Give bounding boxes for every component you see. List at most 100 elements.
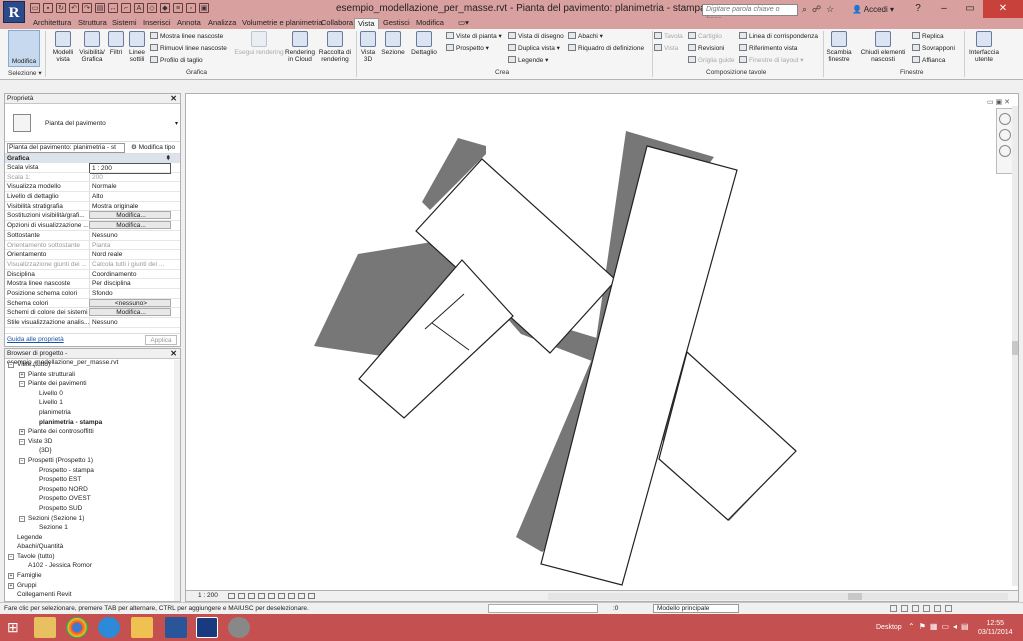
property-row[interactable]: Scala 1: 200 [5,172,180,183]
select-underlay-icon[interactable] [901,605,908,612]
tab-vista[interactable]: Vista [354,18,379,29]
star-icon[interactable]: ☆ [826,4,834,15]
property-row[interactable]: Mostra linee nascoste Per disciplina [5,279,180,289]
rimuovi-linee-nascoste-button[interactable]: Rimuovi linee nascoste [150,44,227,53]
binoculars-icon[interactable]: ⌕ [802,4,807,15]
tree-item[interactable]: Collegamenti Revit [5,590,173,600]
sovrapponi-button[interactable]: Sovrapponi [912,44,955,53]
collapse-icon[interactable]: − [8,553,14,560]
tab-collabora[interactable]: Collabora [318,18,356,29]
select-links-icon[interactable] [890,605,897,612]
filtri-button[interactable]: Filtri [107,31,125,56]
property-edit-button[interactable]: Modifica... [89,308,171,317]
detail-level-icon[interactable] [228,593,235,599]
tree-item[interactable]: Livello 1 [5,398,173,408]
property-row[interactable]: Sostituzioni visibilità/grafi... Modifica… [5,211,180,222]
undo-icon[interactable]: ↶ [69,3,79,13]
open-icon[interactable]: ▭ [30,3,40,13]
tab-analizza[interactable]: Analizza [205,18,239,29]
chiudi-nascosti-button[interactable]: Chiudi elementi nascosti [857,31,909,63]
property-row[interactable]: Disciplina Coordinamento [5,269,180,280]
tree-item[interactable]: Legende [5,533,173,543]
tree-item[interactable]: Prospetto EST [5,475,173,485]
tab-modifica[interactable]: Modifica [413,18,447,29]
start-button[interactable]: ⊞ [4,617,26,638]
tree-item[interactable]: planimetria [5,408,173,418]
type-selector[interactable]: Pianta del pavimento ▾ [5,104,180,142]
filter-icon[interactable] [945,605,952,612]
apply-button[interactable]: Applica [145,335,177,345]
collapse-icon[interactable]: − [19,515,25,522]
affianca-button[interactable]: Affianca [912,56,945,65]
network-icon[interactable]: ▦ [930,622,938,631]
help-link[interactable]: Guida alle proprietà [5,336,64,343]
replica-button[interactable]: Replica [912,32,944,41]
text-icon[interactable]: A [134,3,144,13]
property-row[interactable]: Scala vista 1 : 200 [5,163,180,174]
steering-wheel-icon[interactable] [999,113,1011,125]
rendering-cloud-button[interactable]: Rendering in Cloud [285,31,315,63]
instance-dropdown[interactable]: Pianta del pavimento: planimetria - st [7,143,125,153]
measure-icon[interactable]: ↔ [108,3,118,13]
revit-taskbar-icon[interactable] [196,617,218,638]
sign-in-button[interactable]: 👤 Accedi ▾ [852,5,894,14]
scrollbar[interactable] [174,360,180,601]
tab-gestisci[interactable]: Gestisci [380,18,413,29]
tree-item[interactable]: − Sezioni (Sezione 1) [5,514,173,524]
tavola-button[interactable]: Tavola [654,32,683,41]
viste-pianta-button[interactable]: Viste di pianta ▾ [446,32,502,41]
app-icon[interactable] [228,617,250,638]
drag-elements-icon[interactable] [934,605,941,612]
view-scale[interactable]: 1 : 200 [198,591,218,601]
tree-item[interactable]: Prospetto - stampa [5,466,173,476]
flag-icon[interactable]: ⚑ [919,622,926,631]
expand-icon[interactable]: + [8,582,14,589]
print-icon[interactable]: ▤ [95,3,105,13]
property-row[interactable]: Livello di dettaglio Alto [5,192,180,202]
tree-item[interactable]: {3D} [5,446,173,456]
linee-sottili-button[interactable]: Linee sottili [127,31,147,63]
tree-item[interactable]: A102 - Jessica Romor [5,561,173,571]
property-row[interactable]: Opzioni di visualizzazione ... Modifica..… [5,221,180,231]
property-row[interactable]: Stile visualizzazione analis... Nessuno [5,318,180,328]
tree-item[interactable]: − Tavole (tutto) [5,552,173,562]
view-window-controls[interactable]: ▭ ▣ ✕ [987,98,1010,106]
legende-button[interactable]: Legende ▾ [508,56,548,65]
battery-icon[interactable]: ▭ [941,622,949,631]
property-edit-button[interactable]: Modifica... [89,221,171,230]
file-explorer-icon[interactable] [34,617,56,638]
lock-3d-icon[interactable] [308,593,315,599]
raccolta-rendering-button[interactable]: Raccolta di rendering [318,31,352,63]
prospetto-button[interactable]: Prospetto ▾ [446,44,489,53]
visibilita-grafica-button[interactable]: Visibilità/ Grafica [79,31,105,63]
folder-icon[interactable] [131,617,153,638]
thin-lines-icon[interactable]: ≡ [173,3,183,13]
duplica-vista-button[interactable]: Duplica vista ▾ [508,44,560,53]
3d-view-icon[interactable]: ◇ [147,3,157,13]
collapse-icon[interactable]: − [19,381,25,388]
switch-windows-icon[interactable]: ▣ [199,3,209,13]
dimension-icon[interactable]: ⌐ [121,3,131,13]
revisioni-button[interactable]: Revisioni [688,44,724,53]
sync-icon[interactable]: ↻ [56,3,66,13]
tree-item[interactable]: Prospetto SUD [5,504,173,514]
sun-path-icon[interactable] [248,593,255,599]
redo-icon[interactable]: ↷ [82,3,92,13]
visual-style-icon[interactable] [238,593,245,599]
close-icon[interactable]: ✕ [170,94,177,103]
minimize-button[interactable]: – [931,0,957,18]
collapse-icon[interactable]: − [19,457,25,464]
modifica-button[interactable]: Modifica [8,30,40,67]
mostra-linee-nascoste-button[interactable]: Mostra linee nascoste [150,32,223,41]
revit-logo-icon[interactable]: R [3,1,25,23]
show-crop-icon[interactable] [278,593,285,599]
shadows-icon[interactable] [258,593,265,599]
dettaglio-button[interactable]: Dettaglio [410,31,438,56]
collapse-icon[interactable]: − [19,438,25,445]
property-row[interactable]: Orientamento sottostante Pianta [5,240,180,251]
linea-corrispondenza-button[interactable]: Linea di corrispondenza [739,32,818,41]
search-input[interactable]: Digitare parola chiave o frase [702,4,798,23]
vista-3d-button[interactable]: Vista 3D [358,31,378,63]
clock[interactable]: 12:55 03/11/2014 [978,619,1013,637]
abachi-button[interactable]: Abachi ▾ [568,32,603,41]
